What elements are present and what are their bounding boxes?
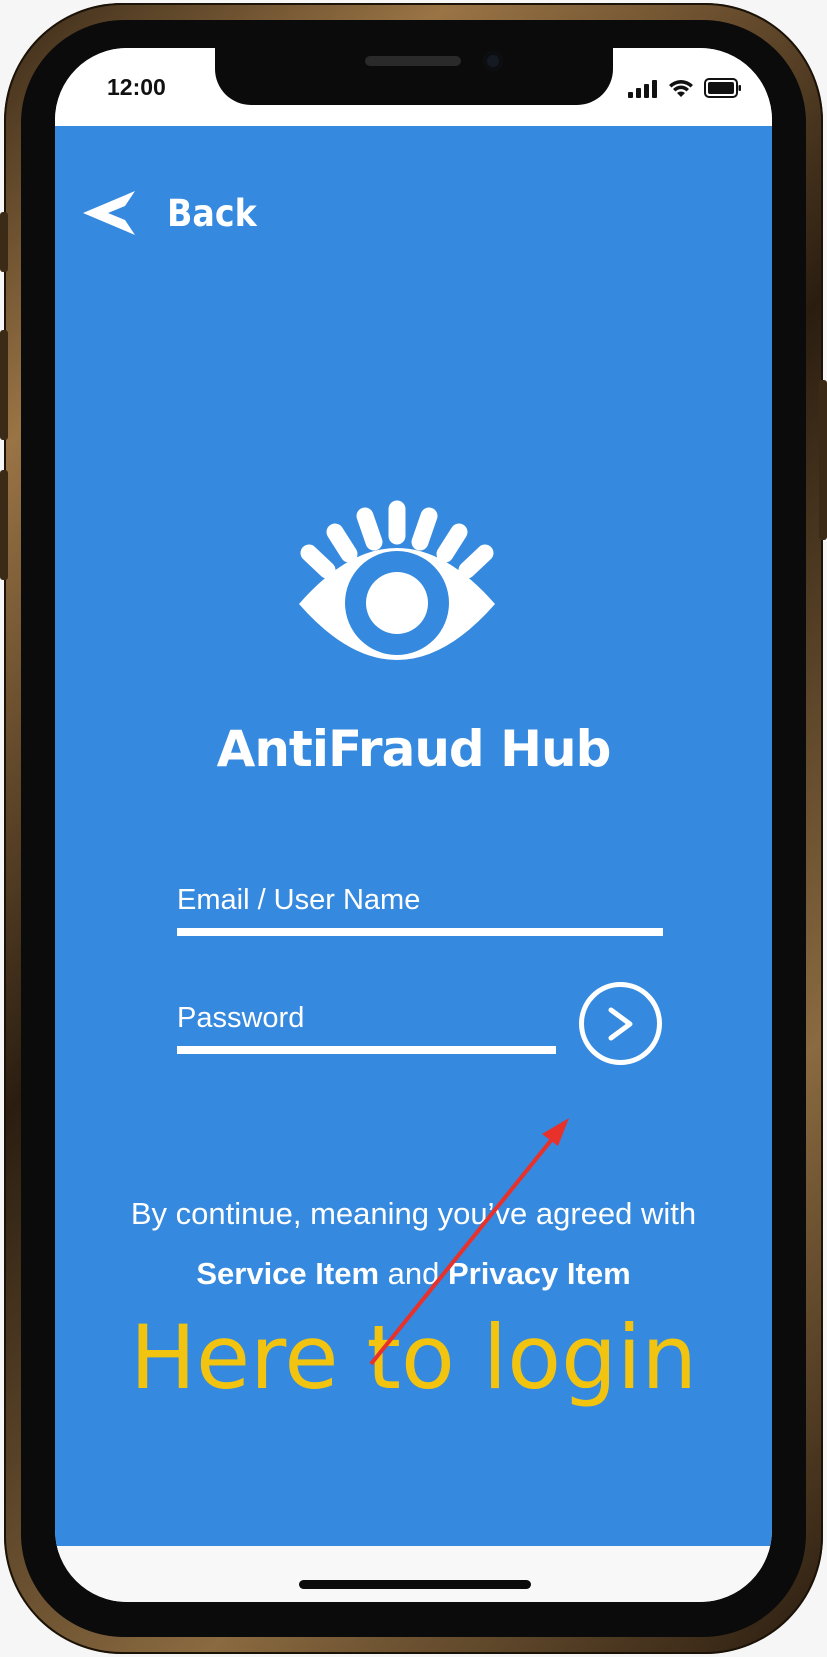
side-button-left-low bbox=[0, 470, 8, 580]
email-underline bbox=[177, 928, 663, 936]
phone-screen: 12:00 Back AntiFraud Hub Email / User Na… bbox=[55, 48, 772, 1602]
chevron-right-icon bbox=[608, 1007, 632, 1040]
status-icons bbox=[628, 76, 742, 98]
annotation-arrow-head bbox=[542, 1118, 569, 1146]
login-screen: Back AntiFraud Hub Email / User Name Pas… bbox=[55, 126, 772, 1546]
eye-logo-icon bbox=[299, 500, 495, 660]
speaker-grille bbox=[365, 56, 461, 66]
side-button-right bbox=[819, 380, 827, 540]
login-submit-button[interactable] bbox=[579, 982, 662, 1065]
privacy-item-link[interactable]: Privacy Item bbox=[448, 1256, 631, 1291]
wifi-icon bbox=[669, 80, 693, 97]
password-field[interactable]: Password bbox=[177, 996, 556, 1054]
side-button-left-mid bbox=[0, 330, 8, 440]
agreement-text: By continue, meaning you’ve agreed with bbox=[130, 1196, 697, 1231]
agreement-connector: and bbox=[379, 1256, 448, 1291]
email-placeholder: Email / User Name bbox=[177, 884, 421, 916]
email-field[interactable]: Email / User Name bbox=[177, 878, 663, 936]
status-time: 12:00 bbox=[107, 74, 166, 100]
service-item-link[interactable]: Service Item bbox=[196, 1256, 379, 1291]
front-camera bbox=[483, 51, 503, 71]
back-arrow-icon bbox=[83, 191, 135, 235]
app-title: AntiFraud Hub bbox=[216, 720, 612, 778]
annotation-label: Here to login bbox=[129, 1306, 698, 1409]
phone-notch bbox=[215, 48, 613, 105]
side-button-left-top bbox=[0, 212, 8, 272]
cellular-signal-icon bbox=[628, 80, 657, 98]
back-label: Back bbox=[167, 191, 257, 235]
bottom-bar bbox=[55, 1546, 772, 1602]
agreement-links: Service Item and Privacy Item bbox=[55, 1256, 772, 1292]
password-placeholder: Password bbox=[177, 1002, 305, 1034]
password-underline bbox=[177, 1046, 556, 1054]
battery-icon bbox=[704, 78, 741, 98]
home-indicator[interactable] bbox=[299, 1580, 531, 1589]
back-button[interactable]: Back bbox=[83, 190, 267, 236]
